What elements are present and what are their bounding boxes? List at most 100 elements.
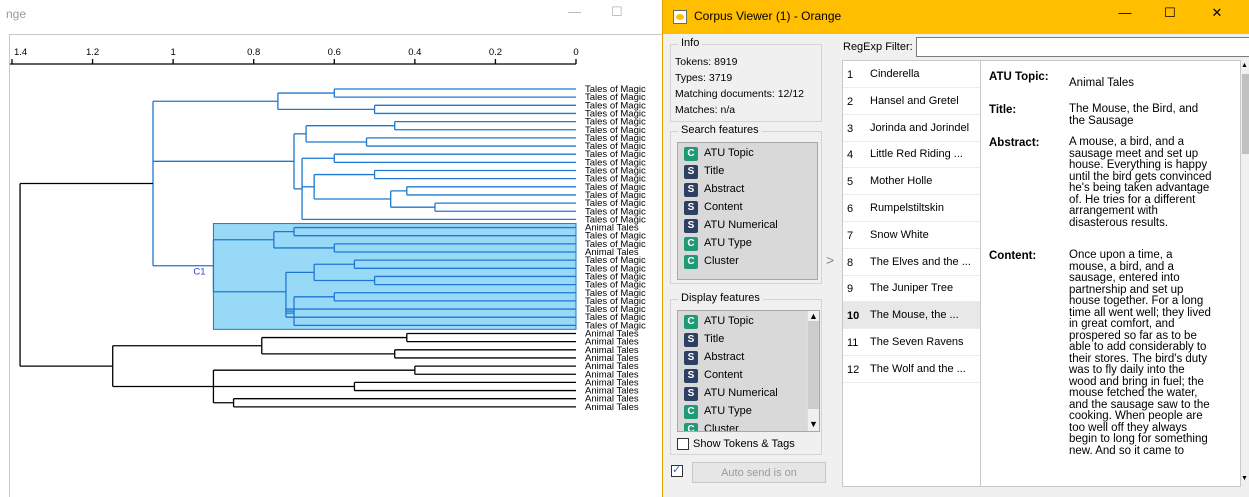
document-title: The Juniper Tree — [870, 282, 954, 295]
feature-item[interactable]: C ATU Type — [684, 403, 819, 421]
feature-label: ATU Topic — [704, 315, 754, 327]
document-row[interactable]: 4 Little Red Riding ... — [843, 141, 980, 169]
scroll-down-icon[interactable]: ▼ — [809, 419, 818, 429]
text-line: mouse fetched the water, — [1069, 387, 1198, 399]
feature-item[interactable]: C ATU Type — [684, 235, 817, 253]
document-row[interactable]: 12 The Wolf and the ... — [843, 356, 980, 383]
close-button[interactable]: ✕ — [1197, 5, 1237, 29]
document-title: Mother Holle — [870, 175, 933, 188]
feature-label: Abstract — [704, 183, 745, 195]
regexp-filter-input[interactable] — [916, 37, 1249, 57]
axis-tick-label: 0.6 — [328, 47, 341, 58]
auto-send-checkbox[interactable]: ✓ — [671, 464, 683, 477]
document-number: 4 — [847, 149, 854, 162]
display-features-box: Display features C ATU Topic S Title S Abstra… — [670, 292, 822, 455]
document-title: Hansel and Gretel — [870, 94, 959, 107]
axis-tick-label: 1 — [170, 47, 175, 58]
document-row[interactable]: 10 The Mouse, the ... — [843, 302, 980, 330]
maximize-button[interactable]: ☐ — [1150, 5, 1190, 29]
document-title: Cinderella — [870, 68, 920, 80]
text-line: cooking. When people are — [1069, 410, 1203, 422]
string-variable-icon: S — [684, 351, 698, 365]
text-line: sausage, entered into — [1069, 272, 1180, 284]
left-window-title-bar[interactable]: nge — ☐ — [0, 0, 662, 28]
string-variable-icon: S — [684, 219, 698, 233]
document-row[interactable]: 1 Cinderella — [843, 61, 980, 88]
document-number: 10 — [847, 310, 860, 323]
feature-item[interactable]: S ATU Numerical — [684, 385, 819, 403]
abstract-value: A mouse, a bird, and a sausage meet and s… — [1069, 136, 1227, 229]
abstract-field-name: Abstract: — [989, 137, 1040, 149]
document-number: 2 — [847, 95, 854, 108]
left-window-title: nge — [6, 7, 27, 21]
feature-item[interactable]: C ATU Topic — [684, 145, 817, 163]
auto-send-button[interactable]: Auto send is on — [692, 462, 826, 483]
categorical-variable-icon: C — [684, 315, 698, 329]
document-view[interactable]: ATU Topic: Animal Tales Title: The Mouse… — [981, 60, 1241, 487]
text-line: house together. For a long — [1069, 295, 1204, 307]
feature-item[interactable]: S Abstract — [684, 181, 817, 199]
document-title: Rumpelstiltskin — [870, 202, 944, 214]
checkmark-icon: ✓ — [672, 464, 682, 476]
document-row[interactable]: 6 Rumpelstiltskin — [843, 195, 980, 222]
document-row[interactable]: 11 The Seven Ravens — [843, 329, 980, 356]
display-features-list[interactable]: C ATU Topic S Title S Abstract S Content S ATU Nu… — [677, 310, 820, 432]
document-row[interactable]: 3 Jorinda and Jorindel — [843, 115, 980, 142]
feature-item[interactable]: S Title — [684, 331, 819, 349]
left-maximize-button[interactable]: ☐ — [611, 4, 623, 20]
feature-item[interactable]: S Content — [684, 367, 819, 385]
display-features-legend: Display features — [678, 292, 763, 304]
dendrogram-view[interactable]: 1.4 1.2 1 0.8 0.6 0.4 0.2 0 Tales of Magic Tales … — [9, 34, 662, 497]
text-line: was to fly daily into the — [1069, 364, 1185, 376]
corpus-viewer-title-bar[interactable]: Corpus Viewer (1) - Orange — ☐ ✕ — [663, 0, 1249, 34]
text-line: arrangement with — [1069, 205, 1158, 217]
document-list[interactable]: 1 Cinderella 2 Hansel and Gretel 3 Jorinda an… — [842, 60, 981, 487]
search-features-list[interactable]: C ATU Topic S Title S Abstract S Content S ATU Nu… — [677, 142, 818, 280]
axis-tick-label: 1.2 — [86, 47, 99, 58]
feature-item[interactable]: C Cluster — [684, 253, 817, 271]
feature-item[interactable]: S Content — [684, 199, 817, 217]
axis-tick-label: 1.4 — [14, 47, 27, 58]
document-title: The Elves and the ... — [870, 255, 971, 268]
document-title: The Wolf and the ... — [870, 362, 966, 375]
minimize-button[interactable]: — — [1105, 5, 1145, 29]
types-count: Types: 3719 — [675, 72, 733, 84]
document-row[interactable]: 5 Mother Holle — [843, 168, 980, 196]
display-features-scrollbar[interactable]: ▲ ▼ — [807, 311, 819, 431]
feature-item[interactable]: S Title — [684, 163, 817, 181]
scroll-up-icon[interactable]: ▲ — [809, 311, 818, 321]
tokens-count: Tokens: 8919 — [675, 56, 738, 68]
axis-tick-label: 0.4 — [408, 47, 421, 58]
text-line: in great comfort, and — [1069, 318, 1175, 330]
info-legend: Info — [678, 37, 703, 49]
dendrogram-svg[interactable]: 1.4 1.2 1 0.8 0.6 0.4 0.2 0Tales of MagicTales … — [10, 35, 662, 497]
document-row[interactable]: 2 Hansel and Gretel — [843, 88, 980, 115]
document-row[interactable]: 9 The Juniper Tree — [843, 275, 980, 303]
regexp-filter-label: RegExp Filter: — [843, 41, 913, 53]
left-minimize-button[interactable]: — — [568, 4, 581, 19]
document-row[interactable]: 8 The Elves and the ... — [843, 249, 980, 276]
feature-label: Abstract — [704, 351, 745, 363]
show-tokens-label: Show Tokens & Tags — [693, 438, 795, 450]
text-line: the Sausage — [1069, 114, 1134, 127]
scrollbar-thumb[interactable] — [808, 321, 819, 409]
categorical-variable-icon: C — [684, 423, 698, 431]
feature-label: ATU Topic — [704, 147, 754, 159]
document-title: Little Red Riding ... — [870, 148, 963, 161]
feature-label: Title — [704, 333, 725, 345]
doc-scroll-down-icon[interactable]: ▼ — [1241, 475, 1248, 482]
document-view-scrollbar[interactable]: ▲ ▼ — [1241, 60, 1249, 487]
feature-label: Content — [704, 369, 743, 381]
document-row[interactable]: 7 Snow White — [843, 222, 980, 249]
feature-item[interactable]: C Cluster — [684, 421, 819, 431]
splitter-arrow-icon[interactable]: > — [826, 252, 834, 268]
feature-item[interactable]: S ATU Numerical — [684, 217, 817, 235]
feature-item[interactable]: C ATU Topic — [684, 313, 819, 331]
doc-scroll-up-icon[interactable]: ▲ — [1241, 62, 1248, 69]
doc-scrollbar-thumb[interactable] — [1242, 74, 1249, 154]
feature-label: ATU Numerical — [704, 219, 778, 231]
feature-label: ATU Type — [704, 237, 752, 249]
feature-item[interactable]: S Abstract — [684, 349, 819, 367]
show-tokens-checkbox[interactable] — [677, 438, 689, 450]
feature-label: Cluster — [704, 255, 739, 267]
